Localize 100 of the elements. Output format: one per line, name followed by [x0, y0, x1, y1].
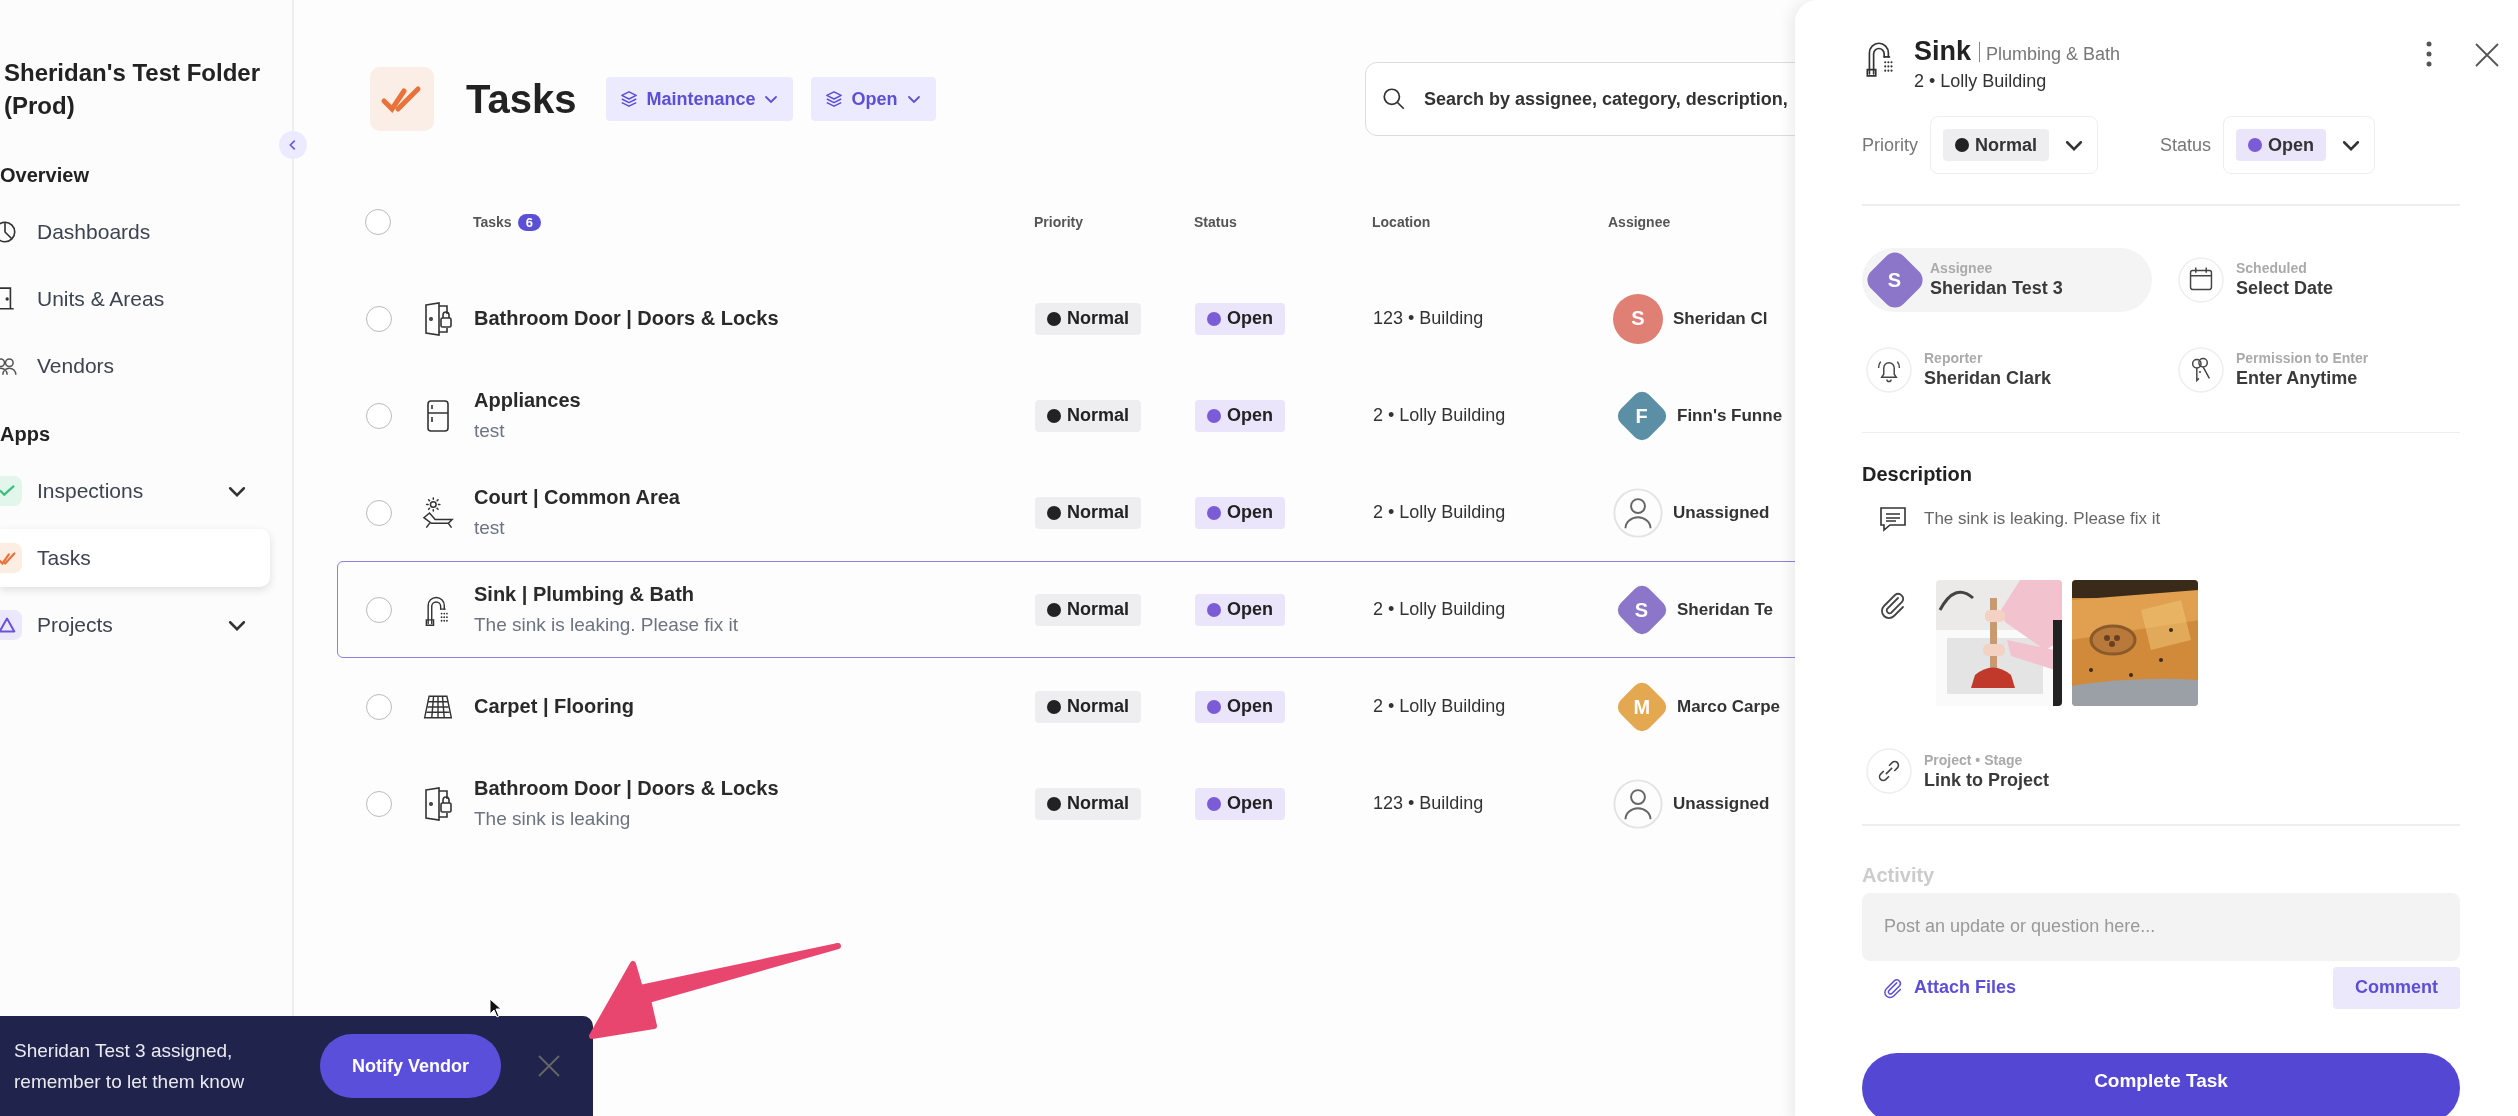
layers-icon — [620, 90, 639, 108]
sidebar-item[interactable]: Vendors — [0, 337, 270, 395]
person-icon — [1613, 778, 1663, 829]
row-checkbox[interactable] — [366, 790, 392, 817]
sun-lounger-icon — [422, 495, 454, 530]
priority-tag: Normal — [1035, 399, 1141, 432]
detail-field[interactable]: Scheduled Select Date — [2174, 247, 2460, 312]
assignee-name: Sheridan Te — [1677, 599, 1774, 620]
complete-task-button[interactable]: Complete Task — [1862, 1052, 2460, 1116]
comment-icon — [1878, 504, 1908, 534]
assignee-name: Marco Carpe — [1677, 696, 1780, 717]
notify-vendor-button[interactable]: Notify Vendor — [320, 1034, 501, 1098]
layers-icon — [825, 90, 844, 108]
priority-tag: Normal — [1035, 690, 1141, 723]
assignee-name: Sheridan Cl — [1673, 308, 1768, 329]
task-title: Bathroom Door | Doors & Locks — [474, 777, 780, 800]
column-header: Priority — [1034, 214, 1084, 230]
priority-tag: Normal — [1035, 593, 1141, 626]
sidebar-item[interactable]: Tasks — [0, 529, 270, 587]
column-header: Location — [1372, 214, 1432, 230]
row-checkbox[interactable] — [366, 402, 392, 429]
task-row[interactable]: Bathroom Door | Doors & Locks The sink is leaking Normal Open 123 • Building Unassigned — [337, 755, 1795, 852]
task-location: 2 • Lolly Building — [1914, 71, 2048, 92]
keys-icon — [2178, 346, 2224, 393]
task-row[interactable]: Bathroom Door | Doors & Locks Normal Open 123 • Building S Sheridan Cl — [337, 270, 1795, 367]
toast-message: Sheridan Test 3 assigned, remember to let them know — [14, 1039, 246, 1094]
task-title: Court | Common Area — [474, 486, 681, 509]
task-row[interactable]: Court | Common Area test Normal Open 2 • Lolly Building Unassigned — [337, 464, 1795, 561]
sidebar-item[interactable]: Units & Areas — [0, 270, 270, 328]
search-field[interactable]: Search by assignee, category, description, — [1365, 62, 1795, 136]
location-text: 2 • Lolly Building — [1373, 502, 1507, 523]
sidebar-item[interactable]: Dashboards — [0, 203, 270, 261]
priority-tag: Normal — [1035, 496, 1141, 529]
door-lock-icon — [422, 786, 454, 821]
description-text: The sink is leaking. Please fix it — [1924, 509, 2161, 529]
location-text: 123 • Building — [1373, 308, 1485, 329]
status-label: Status — [2160, 134, 2212, 156]
detail-field[interactable]: Reporter Sheridan Clark — [1862, 337, 2152, 402]
location-text: 2 • Lolly Building — [1373, 599, 1507, 620]
more-options-icon[interactable] — [2424, 40, 2434, 68]
assignee-name: Unassigned — [1673, 793, 1770, 814]
priority-tag: Normal — [1943, 129, 2050, 161]
priority-dropdown[interactable]: Normal — [1930, 116, 2099, 174]
attach-files-link[interactable]: Attach Files — [1862, 976, 2017, 999]
filter-dropdown[interactable]: Open — [811, 77, 936, 121]
status-tag: Open — [1195, 302, 1285, 335]
assignee-name: Unassigned — [1673, 502, 1770, 523]
status-tag: Open — [2236, 129, 2327, 161]
status-tag: Open — [1195, 593, 1285, 626]
sidebar-item[interactable]: Projects — [0, 596, 270, 654]
column-header: Status — [1194, 214, 1238, 230]
row-checkbox[interactable] — [366, 693, 392, 720]
detail-field[interactable]: Permission to Enter Enter Anytime — [2174, 337, 2460, 402]
bell-icon — [1866, 346, 1912, 393]
location-text: 123 • Building — [1373, 793, 1485, 814]
person-icon — [1613, 487, 1663, 538]
status-dropdown[interactable]: Open — [2223, 116, 2376, 174]
status-tag: Open — [1195, 690, 1285, 723]
task-description: The sink is leaking. Please fix it — [474, 614, 739, 636]
status-tag: Open — [1195, 399, 1285, 432]
task-row[interactable]: Carpet | Flooring Normal Open 2 • Lolly Building M Marco Carpe — [337, 658, 1795, 755]
priority-label: Priority — [1862, 134, 1918, 156]
select-all-checkbox[interactable] — [365, 209, 391, 235]
section-heading: Apps — [0, 423, 51, 446]
triangle-icon — [0, 610, 22, 640]
section-heading: Overview — [0, 164, 90, 187]
collapse-sidebar-button[interactable] — [279, 131, 307, 159]
comment-field[interactable]: Post an update or question here... — [1862, 892, 2460, 961]
filter-dropdown[interactable]: Maintenance — [606, 77, 794, 121]
assignee-name: Finn's Funne — [1677, 405, 1783, 426]
column-header: Assignee — [1608, 214, 1672, 230]
detail-field[interactable]: S Assignee Sheridan Test 3 — [1862, 247, 2152, 312]
search-icon — [1381, 86, 1407, 112]
task-description: The sink is leaking — [474, 808, 632, 830]
mouse-cursor-icon — [489, 998, 503, 1018]
page-title: Tasks — [466, 76, 577, 122]
location-text: 2 • Lolly Building — [1373, 405, 1507, 426]
folder-title: Sheridan's Test Folder (Prod) — [4, 58, 261, 121]
sidebar-item[interactable]: Inspections — [0, 462, 270, 520]
task-row[interactable]: Appliances test Normal Open 2 • Lolly Building F Finn's Funne — [337, 367, 1795, 464]
task-name: Sink — [1914, 36, 1972, 66]
description-heading: Description — [1862, 463, 1974, 486]
row-checkbox[interactable] — [366, 596, 392, 623]
row-checkbox[interactable] — [366, 499, 392, 526]
project-link-field[interactable]: Project • Stage Link to Project — [1862, 748, 2460, 794]
task-description: test — [474, 517, 506, 539]
task-description: test — [474, 420, 506, 442]
status-tag: Open — [1195, 787, 1285, 820]
calendar-icon — [2178, 256, 2224, 303]
status-tag: Open — [1195, 496, 1285, 529]
door-lock-icon — [422, 301, 454, 336]
double-check-icon — [0, 543, 22, 573]
link-icon — [1866, 748, 1912, 794]
row-checkbox[interactable] — [366, 305, 392, 332]
close-icon[interactable] — [2474, 42, 2500, 68]
column-header: Tasks — [473, 213, 512, 230]
paperclip-icon — [1882, 976, 1904, 999]
task-title: Bathroom Door | Doors & Locks — [474, 307, 780, 330]
comment-button[interactable]: Comment — [2333, 966, 2460, 1009]
task-title: Sink | Plumbing & Bath — [474, 583, 696, 606]
